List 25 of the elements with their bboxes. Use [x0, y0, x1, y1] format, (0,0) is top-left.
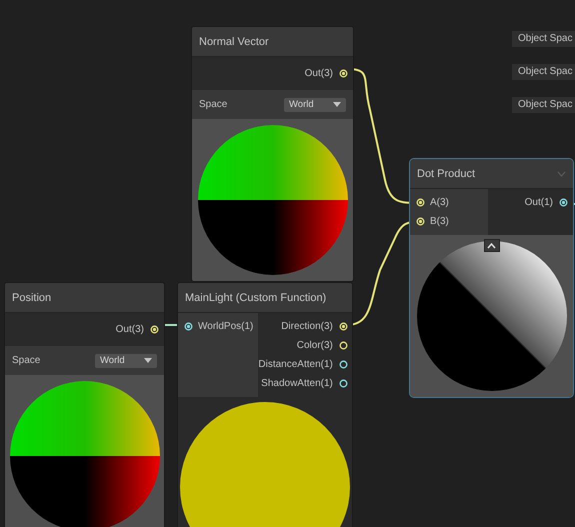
- node-title: Dot Product: [417, 168, 476, 180]
- space-dropdown[interactable]: World: [95, 354, 157, 368]
- field-label: Space: [12, 355, 40, 366]
- port-label: DistanceAtten(1): [258, 359, 333, 370]
- port-label: Direction(3): [281, 321, 333, 332]
- graph-node[interactable]: Position Out(3) Space World: [4, 282, 165, 527]
- port-label: B(3): [430, 216, 449, 227]
- node-title: MainLight (Custom Function): [185, 292, 326, 304]
- port-label: WorldPos(1): [198, 321, 254, 332]
- port-label: Color(3): [296, 340, 333, 351]
- graph-node[interactable]: MainLight (Custom Function) WorldPos(1) Direction(3) Color(3) DistanceAtten(1) ShadowAtten(1): [177, 282, 353, 527]
- graph-node[interactable]: Normal Vector Out(3) Space World: [191, 26, 354, 282]
- port-label: Out(3): [116, 324, 144, 335]
- graph-node[interactable]: Dot Product A(3) B(3) Out(1): [409, 158, 574, 398]
- field-label: Space: [199, 99, 228, 110]
- space-label: Object Spac: [512, 97, 575, 113]
- port-label: Out(1): [524, 197, 553, 208]
- node-title: Position: [12, 292, 52, 304]
- port-label: A(3): [430, 197, 449, 208]
- port-label: ShadowAtten(1): [261, 378, 333, 389]
- space-label: Object Spac: [512, 31, 575, 47]
- space-label: Object Spac: [512, 64, 575, 80]
- space-dropdown[interactable]: World: [284, 98, 346, 112]
- port-label: Out(3): [304, 68, 333, 79]
- node-title: Normal Vector: [199, 36, 269, 48]
